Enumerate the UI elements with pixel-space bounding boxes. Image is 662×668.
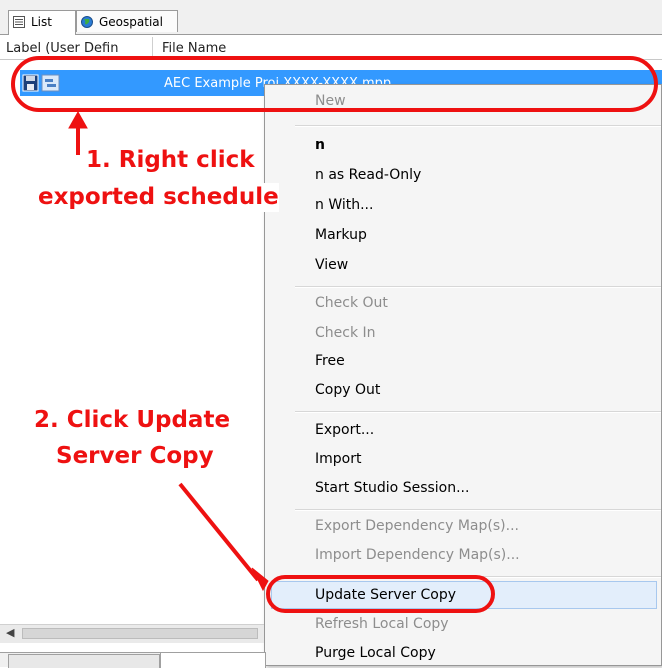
highlight-oval-update-server-copy: [266, 575, 495, 613]
tab-list[interactable]: List: [8, 10, 76, 35]
arrow-step2-shaft: [178, 482, 260, 582]
highlight-oval-row: [11, 56, 658, 112]
list-icon: [13, 16, 25, 28]
arrow-step2-head: [251, 567, 269, 592]
annotation-step1-line1: 1. Right click: [86, 146, 255, 175]
annotation-step1-line2: exported schedule: [38, 183, 279, 212]
annotation-overlay: [11, 56, 658, 613]
tab-list-label: List: [31, 15, 52, 29]
arrow-step1-head: [68, 110, 88, 129]
annotation-step2-line2: Server Copy: [56, 442, 214, 471]
annotation-step2-line1: 2. Click Update: [34, 406, 231, 435]
